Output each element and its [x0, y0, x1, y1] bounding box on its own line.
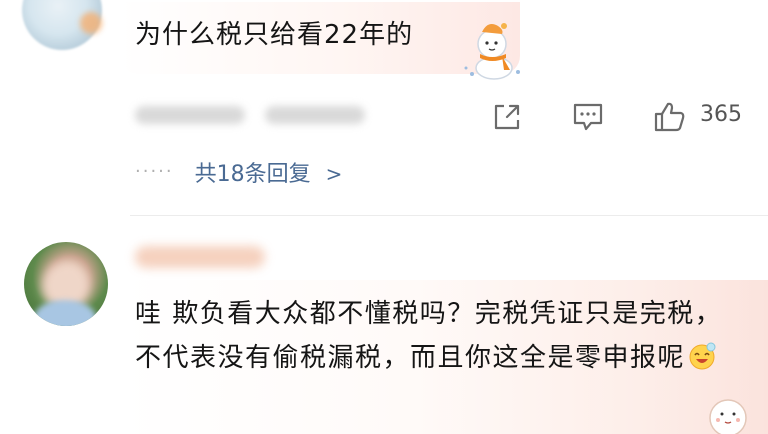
comment-meta — [135, 100, 755, 136]
like-count: 365 — [700, 102, 742, 127]
like-icon[interactable] — [653, 100, 687, 134]
location-blurred — [265, 106, 365, 124]
comment-text: 哇 欺负看大众都不懂税吗？完税凭证只是完税，不代表没有偷税漏税，而且你这全是零申… — [135, 292, 735, 380]
user-badge — [80, 12, 102, 34]
timestamp-blurred — [135, 106, 245, 124]
chevron-right-icon: > — [325, 162, 343, 186]
avatar-clothing — [34, 300, 96, 326]
smile-emoji-icon — [689, 342, 716, 370]
replies-link[interactable]: ····· 共18条回复 > — [135, 156, 342, 190]
replies-dots: ····· — [135, 161, 174, 182]
username-blurred[interactable] — [135, 246, 265, 268]
comment-icon[interactable] — [571, 100, 605, 134]
comment-text: 为什么税只给看22年的 — [135, 20, 414, 50]
share-icon[interactable] — [490, 100, 524, 134]
divider — [130, 215, 768, 216]
avatar[interactable] — [24, 242, 108, 326]
snowman-sticker-icon — [464, 23, 520, 80]
replies-label[interactable]: 共18条回复 — [195, 162, 311, 187]
comment-body: 哇 欺负看大众都不懂税吗？完税凭证只是完税，不代表没有偷税漏税，而且你这全是零申… — [135, 299, 723, 373]
decoration-sticker-icon — [709, 399, 747, 434]
